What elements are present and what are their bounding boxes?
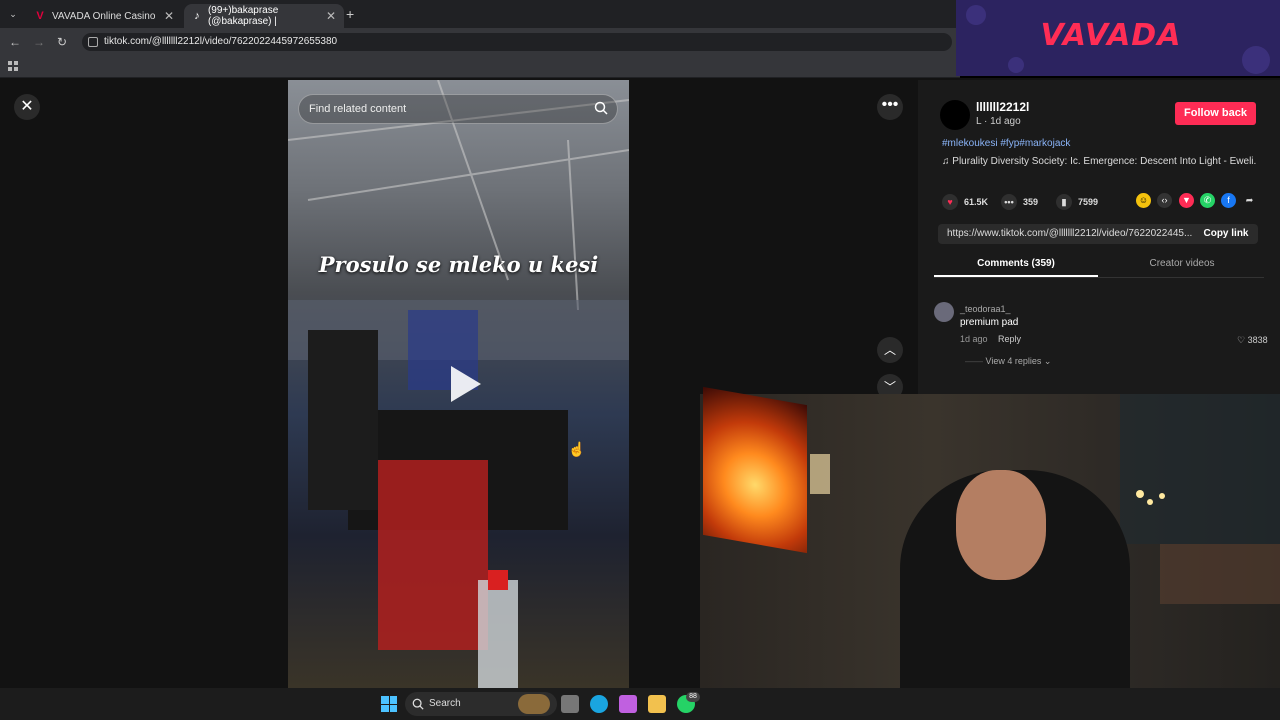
facebook-icon[interactable]: f [1221, 193, 1236, 208]
windows-taskbar [0, 688, 1280, 720]
play-icon[interactable] [443, 364, 483, 404]
chevron-down-icon: ⌄ [1041, 356, 1052, 366]
close-icon[interactable]: ✕ [164, 9, 174, 23]
video-caption: Prosulo se mleko u kesi [318, 252, 599, 277]
search-icon [412, 698, 424, 710]
post-meta: L · 1d ago [976, 116, 1021, 127]
comment-meta: 1d ago Reply [960, 334, 1021, 344]
bookmark-icon: ▮ [1056, 194, 1072, 210]
commenter-username[interactable]: _teodoraa1_ [960, 304, 1011, 314]
save-stat[interactable]: ▮ 7599 [1056, 194, 1098, 210]
vavada-logo: VAVADA [1040, 18, 1182, 53]
save-count: 7599 [1078, 197, 1099, 207]
commenter-avatar[interactable] [934, 302, 954, 322]
file-explorer-icon[interactable] [648, 695, 666, 713]
back-icon[interactable]: ← [9, 35, 21, 49]
reply-button[interactable]: Reply [998, 334, 1021, 344]
tab-list-icon[interactable]: ⌄ [4, 6, 22, 22]
url-field[interactable]: tiktok.com/@lllllll2212l/video/762202244… [82, 33, 952, 51]
post-music[interactable]: ♫ Plurality Diversity Society: Ic. Emerg… [942, 156, 1257, 167]
heart-outline-icon: ♡ [1237, 335, 1248, 345]
tab-label: (99+)bakaprase (@bakaprase) | [207, 5, 279, 27]
tab-vavada[interactable]: V VAVADA Online Casino ✕ [26, 4, 182, 28]
fireplace-tv [703, 386, 807, 554]
streamer-face [956, 470, 1046, 580]
music-title: Plurality Diversity Society: Ic. Emergen… [952, 156, 1257, 167]
author-username[interactable]: lllllll2212l [976, 100, 1029, 114]
comment-like[interactable]: ♡ 3838 [1237, 335, 1268, 346]
tab-comments[interactable]: Comments (359) [934, 258, 1098, 269]
search-icon[interactable] [594, 101, 608, 115]
like-stat[interactable]: ♥ 61.5K [942, 194, 988, 210]
windows-start-icon[interactable] [381, 696, 397, 712]
comment-time: 1d ago [960, 334, 988, 344]
comment-text: premium pad [960, 317, 1019, 328]
embed-icon[interactable]: ‹› [1157, 193, 1172, 208]
close-icon[interactable]: ✕ [326, 9, 336, 23]
widget-thumbnail-icon[interactable] [518, 694, 550, 714]
notification-badge: 88 [686, 692, 700, 702]
tab-label: VAVADA Online Casino [52, 10, 156, 22]
like-count: 61.5K [964, 197, 989, 207]
vavada-favicon-icon: V [36, 10, 44, 22]
copy-link-button[interactable]: Copy link [1197, 224, 1255, 244]
post-hashtags[interactable]: #mlekoukesi #fyp#markojack [942, 138, 1070, 149]
author-avatar[interactable] [940, 100, 970, 130]
replies-dash: —— [965, 356, 986, 366]
follow-back-button[interactable]: Follow back [1175, 102, 1256, 125]
tab-creator-videos[interactable]: Creator videos [1100, 258, 1264, 269]
related-search-input[interactable]: Find related content [298, 94, 618, 124]
reload-icon[interactable]: ↻ [57, 35, 67, 49]
comment-like-count: 3838 [1247, 335, 1268, 345]
music-note-icon: ♫ [942, 156, 953, 167]
forward-icon[interactable]: → [33, 35, 45, 49]
send-icon[interactable]: ▼ [1179, 193, 1194, 208]
tab-divider [934, 277, 1264, 278]
edge-icon[interactable] [590, 695, 608, 713]
more-options-button[interactable]: ••• [877, 94, 903, 120]
whatsapp-icon[interactable]: ✆ [1200, 193, 1215, 208]
site-info-icon[interactable] [88, 37, 98, 47]
tiktok-favicon-icon: ♪ [194, 10, 200, 22]
copilot-icon[interactable] [619, 695, 637, 713]
comment-icon: ••• [1001, 194, 1017, 210]
new-tab-button[interactable]: + [346, 6, 354, 22]
vavada-banner: VAVADA [956, 0, 1280, 76]
comment-stat[interactable]: ••• 359 [1001, 194, 1038, 210]
share-arrow-icon[interactable]: ➦ [1242, 193, 1257, 208]
repost-icon[interactable]: ☺ [1136, 193, 1151, 208]
apps-grid-icon[interactable] [8, 61, 18, 71]
task-view-icon[interactable] [561, 695, 579, 713]
tab-tiktok[interactable]: ♪ (99+)bakaprase (@bakaprase) | ✕ [184, 4, 344, 28]
heart-icon: ♥ [942, 194, 958, 210]
bookmarks-bar [0, 56, 960, 78]
cursor-icon: ☝ [568, 441, 586, 457]
close-video-button[interactable]: ✕ [14, 94, 40, 120]
comment-count: 359 [1023, 197, 1039, 207]
view-replies-button[interactable]: —— View 4 replies ⌄ [965, 356, 1051, 367]
previous-video-button[interactable]: ︿ [877, 337, 903, 363]
view-replies-label: View 4 replies [985, 356, 1042, 366]
